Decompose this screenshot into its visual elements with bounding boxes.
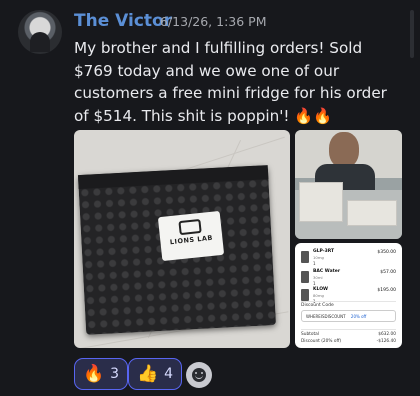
receipt-divider (301, 329, 396, 330)
discount-line-value: -$126.40 (376, 339, 396, 344)
reaction-thumbs-up[interactable]: 👍 4 (128, 358, 183, 390)
item-price: $195.00 (377, 288, 396, 293)
discount-line: Discount (20% off) -$126.40 (301, 339, 396, 344)
product-label: LIONS LAB (157, 210, 225, 262)
avatar[interactable] (18, 10, 62, 54)
item-qty: 1 (313, 281, 316, 286)
message-text: My brother and I fulfilling orders! Sold… (74, 39, 387, 125)
image-order-receipt[interactable]: GLP-3RT 10mg 1 $350.00 BAC Water 30ml 1 … (295, 243, 402, 348)
reaction-count: 3 (110, 366, 120, 382)
package-box (347, 200, 397, 226)
discount-line-label: Discount (20% off) (301, 339, 342, 344)
receipt-item: BAC Water 30ml 1 $57.00 (301, 269, 396, 289)
subtotal-label: Subtotal (301, 332, 320, 337)
author-name[interactable]: The Victor (74, 11, 172, 31)
lion-logo-icon (178, 218, 202, 236)
thumbs-up-emoji-icon: 👍 (137, 363, 159, 384)
subtotal-value: $632.00 (378, 332, 396, 337)
image-mailer[interactable]: LIONS LAB (74, 130, 290, 348)
package-box (299, 182, 343, 222)
message-timestamp: 6/13/26, 1:36 PM (160, 14, 267, 29)
item-price: $57.00 (380, 270, 396, 275)
receipt-item: GLP-3RT 10mg 1 $350.00 (301, 249, 396, 269)
item-name: GLP-3RT (313, 249, 335, 254)
item-sub: 10mg (313, 255, 324, 260)
item-qty: 1 (313, 261, 316, 266)
label-brand: LIONS LAB (169, 233, 214, 247)
image-packing-photo[interactable] (295, 130, 402, 239)
discount-label: Discount Code (301, 303, 334, 308)
scrollbar[interactable] (410, 10, 414, 58)
reaction-fire[interactable]: 🔥 3 (74, 358, 129, 390)
product-thumbnail (301, 271, 309, 283)
discount-code-field: WHEREISDISCOUNT 20% off (301, 310, 396, 322)
subtotal-line: Subtotal $632.00 (301, 332, 396, 337)
discount-percent: 20% off (350, 314, 367, 319)
fire-emoji-icon: 🔥 (83, 363, 105, 384)
receipt-divider (301, 301, 396, 302)
product-thumbnail (301, 251, 309, 263)
item-sub: 30ml (313, 275, 323, 280)
mailer-seal (77, 165, 269, 190)
item-name: KLOW (313, 287, 328, 292)
item-price: $350.00 (377, 250, 396, 255)
product-thumbnail (301, 289, 309, 301)
item-name: BAC Water (313, 269, 341, 274)
reaction-count: 4 (164, 366, 174, 382)
person-head (329, 132, 359, 168)
discount-code: WHEREISDISCOUNT (306, 314, 346, 319)
add-reaction-button[interactable] (186, 362, 212, 388)
item-sub: 80mg (313, 293, 324, 298)
smiley-icon (192, 368, 206, 382)
